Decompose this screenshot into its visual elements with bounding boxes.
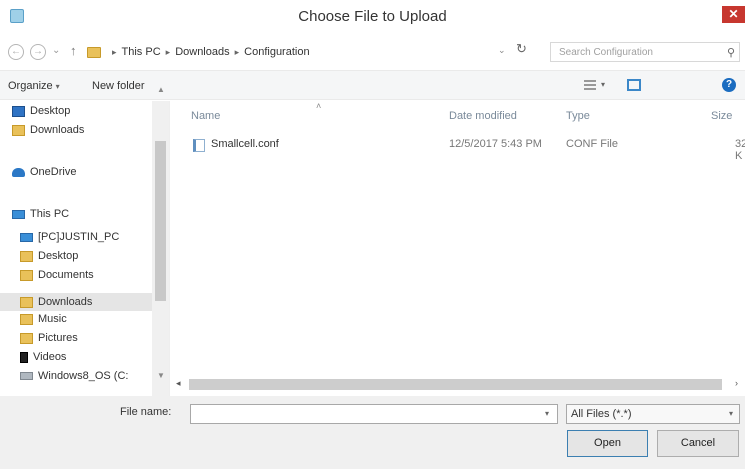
- horizontal-scrollbar-thumb[interactable]: [189, 379, 722, 390]
- folder-icon: [87, 46, 101, 58]
- organize-button[interactable]: Organize ▾: [8, 80, 60, 92]
- sidebar-item-label: [PC]JUSTIN_PC: [38, 231, 120, 243]
- new-folder-button[interactable]: New folder: [92, 80, 145, 92]
- close-button[interactable]: ✕: [722, 6, 745, 23]
- sidebar-item-label: Videos: [33, 351, 67, 363]
- network-pc-icon: [20, 232, 33, 242]
- up-arrow-icon[interactable]: ↑: [70, 43, 77, 58]
- forward-button[interactable]: →: [30, 44, 46, 60]
- sidebar-item-downloads[interactable]: Downloads: [12, 121, 84, 139]
- this-pc-icon: [12, 209, 25, 219]
- search-icon[interactable]: ⚲: [723, 46, 739, 59]
- scroll-left-icon[interactable]: ◂: [176, 378, 181, 389]
- sidebar-item-label: Downloads: [30, 124, 85, 136]
- open-button[interactable]: Open: [567, 430, 648, 457]
- onedrive-icon: [12, 167, 25, 177]
- horizontal-scrollbar[interactable]: ◂ ›: [171, 376, 745, 393]
- address-bar[interactable]: ▸ This PC ▸ Downloads ▸ Configuration: [82, 41, 522, 63]
- chevron-down-icon: ▾: [55, 82, 60, 91]
- file-type-filter-value: All Files (*.*): [571, 408, 632, 420]
- sidebar-item-label: Windows8_OS (C:: [38, 370, 129, 382]
- column-header-size[interactable]: Size: [711, 110, 732, 122]
- sidebar-item-justin-pc[interactable]: [PC]JUSTIN_PC: [20, 228, 119, 246]
- column-header-date[interactable]: Date modified: [449, 110, 517, 122]
- file-name-dropdown-icon[interactable]: ▾: [545, 409, 549, 418]
- view-options-chevron-icon[interactable]: ▾: [601, 80, 605, 89]
- organize-label: Organize: [8, 80, 53, 92]
- navigation-bar: ← → ⌄ ↑ ▸ This PC ▸ Downloads ▸ Configur…: [0, 36, 745, 68]
- file-list: Name ˄ Date modified Type Size Smallcell…: [171, 101, 745, 396]
- refresh-icon[interactable]: ↻: [516, 41, 527, 57]
- help-icon[interactable]: ?: [722, 78, 736, 92]
- search-input[interactable]: Search Configuration: [551, 47, 723, 58]
- sidebar-item-downloads-pc[interactable]: Downloads: [0, 293, 152, 311]
- change-view-icon[interactable]: [584, 80, 596, 90]
- sidebar-item-label: Pictures: [38, 332, 78, 344]
- documents-icon: [20, 269, 33, 281]
- scroll-up-icon[interactable]: ▲: [157, 85, 165, 94]
- sidebar-item-label: Desktop: [30, 105, 71, 117]
- sidebar-item-music[interactable]: Music: [20, 310, 67, 328]
- breadcrumb-configuration[interactable]: Configuration: [244, 46, 309, 58]
- navigation-pane: Desktop Downloads OneDrive This PC [PC]J…: [0, 85, 170, 396]
- breadcrumb-downloads[interactable]: Downloads: [175, 46, 229, 58]
- title-bar: Choose File to Upload ✕: [0, 0, 745, 36]
- file-size: 32 K: [735, 138, 745, 162]
- search-box[interactable]: Search Configuration ⚲: [550, 42, 740, 62]
- chevron-down-icon: ▾: [728, 409, 733, 418]
- sidebar-scrollbar-thumb[interactable]: [155, 141, 166, 301]
- table-row[interactable]: Smallcell.conf 12/5/2017 5:43 PM CONF Fi…: [193, 136, 745, 162]
- window-title: Choose File to Upload: [298, 8, 447, 25]
- sidebar-item-this-pc[interactable]: This PC: [12, 205, 69, 223]
- file-type: CONF File: [566, 138, 618, 150]
- breadcrumb-separator-icon: ▸: [234, 46, 240, 57]
- sidebar-item-label: OneDrive: [30, 166, 77, 178]
- column-header-name[interactable]: Name: [191, 110, 220, 122]
- file-name: Smallcell.conf: [211, 138, 279, 150]
- preview-pane-icon[interactable]: [627, 79, 641, 91]
- sidebar-item-label: This PC: [30, 208, 70, 220]
- sidebar-item-windows8-os[interactable]: Windows8_OS (C:: [20, 367, 128, 385]
- sort-ascending-icon: ˄: [316, 101, 322, 111]
- address-dropdown-icon[interactable]: ⌄: [498, 45, 506, 56]
- sidebar-item-label: Desktop: [38, 250, 79, 262]
- file-name-input[interactable]: [190, 404, 558, 424]
- bottom-panel: File name: ▾ All Files (*.*) ▾ Open Canc…: [0, 396, 745, 469]
- downloads-folder-icon: [20, 296, 33, 308]
- music-icon: [20, 313, 33, 325]
- pictures-icon: [20, 332, 33, 344]
- desktop-folder-icon: [20, 250, 33, 262]
- breadcrumb-this-pc[interactable]: This PC: [122, 46, 161, 58]
- scroll-right-icon[interactable]: ›: [735, 378, 738, 388]
- sidebar-item-documents[interactable]: Documents: [20, 266, 94, 284]
- file-type-filter[interactable]: All Files (*.*) ▾: [566, 404, 740, 424]
- recent-locations-dropdown-icon[interactable]: ⌄: [52, 45, 60, 56]
- sidebar-item-label: Downloads: [38, 296, 93, 308]
- column-header-type[interactable]: Type: [566, 110, 590, 122]
- sidebar-item-pictures[interactable]: Pictures: [20, 329, 78, 347]
- sidebar-item-onedrive[interactable]: OneDrive: [12, 163, 76, 181]
- downloads-folder-icon: [12, 124, 25, 136]
- sidebar-scrollbar[interactable]: ▲ ▼: [152, 85, 169, 396]
- command-toolbar: Organize ▾ New folder ▾ ?: [0, 70, 745, 100]
- sidebar-item-desktop[interactable]: Desktop: [12, 102, 70, 120]
- breadcrumb-separator-icon: ▸: [165, 46, 171, 57]
- desktop-icon: [12, 105, 25, 117]
- back-button[interactable]: ←: [8, 44, 24, 60]
- sidebar-item-desktop-pc[interactable]: Desktop: [20, 247, 78, 265]
- sidebar-item-label: Music: [38, 313, 67, 325]
- file-date: 12/5/2017 5:43 PM: [449, 138, 542, 150]
- sidebar-item-videos[interactable]: Videos: [20, 348, 66, 366]
- drive-icon: [20, 372, 33, 380]
- breadcrumb-separator-icon: ▸: [112, 46, 117, 57]
- cancel-button[interactable]: Cancel: [657, 430, 739, 457]
- scroll-down-icon[interactable]: ▼: [157, 371, 165, 380]
- sidebar-item-label: Documents: [38, 269, 94, 281]
- file-name-label: File name:: [120, 406, 172, 418]
- videos-icon: [20, 351, 28, 363]
- file-icon: [193, 138, 205, 152]
